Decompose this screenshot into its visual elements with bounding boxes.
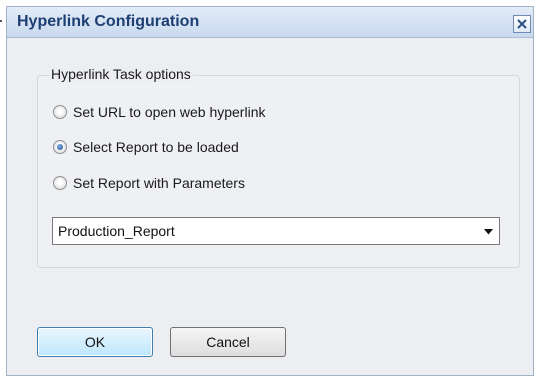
dropdown-arrow-icon[interactable] <box>484 229 493 235</box>
option-select-report[interactable]: Select Report to be loaded <box>53 137 239 157</box>
option-select-report-label: Select Report to be loaded <box>73 139 239 155</box>
option-set-report-parameters[interactable]: Set Report with Parameters <box>53 173 245 193</box>
report-select-value: Production_Report <box>58 223 175 239</box>
ok-button[interactable]: OK <box>37 327 153 357</box>
dialog-titlebar[interactable]: Hyperlink Configuration <box>7 7 533 38</box>
hyperlink-configuration-dialog: Hyperlink Configuration Hyperlink Task o… <box>6 6 534 376</box>
hyperlink-task-options-group: Hyperlink Task options Set URL to open w… <box>37 66 520 268</box>
report-select[interactable]: Production_Report <box>52 217 500 245</box>
edge-artifact <box>0 20 2 22</box>
option-set-url[interactable]: Set URL to open web hyperlink <box>53 102 265 122</box>
close-button[interactable] <box>513 15 531 33</box>
close-icon <box>517 19 527 29</box>
option-set-report-parameters-radio[interactable] <box>53 176 67 190</box>
option-set-url-label: Set URL to open web hyperlink <box>73 104 266 120</box>
cancel-button[interactable]: Cancel <box>170 327 286 357</box>
option-set-report-parameters-label: Set Report with Parameters <box>73 175 245 191</box>
group-legend: Hyperlink Task options <box>49 66 193 82</box>
option-select-report-radio[interactable] <box>53 140 67 154</box>
option-set-url-radio[interactable] <box>53 105 67 119</box>
dialog-title: Hyperlink Configuration <box>17 13 200 30</box>
